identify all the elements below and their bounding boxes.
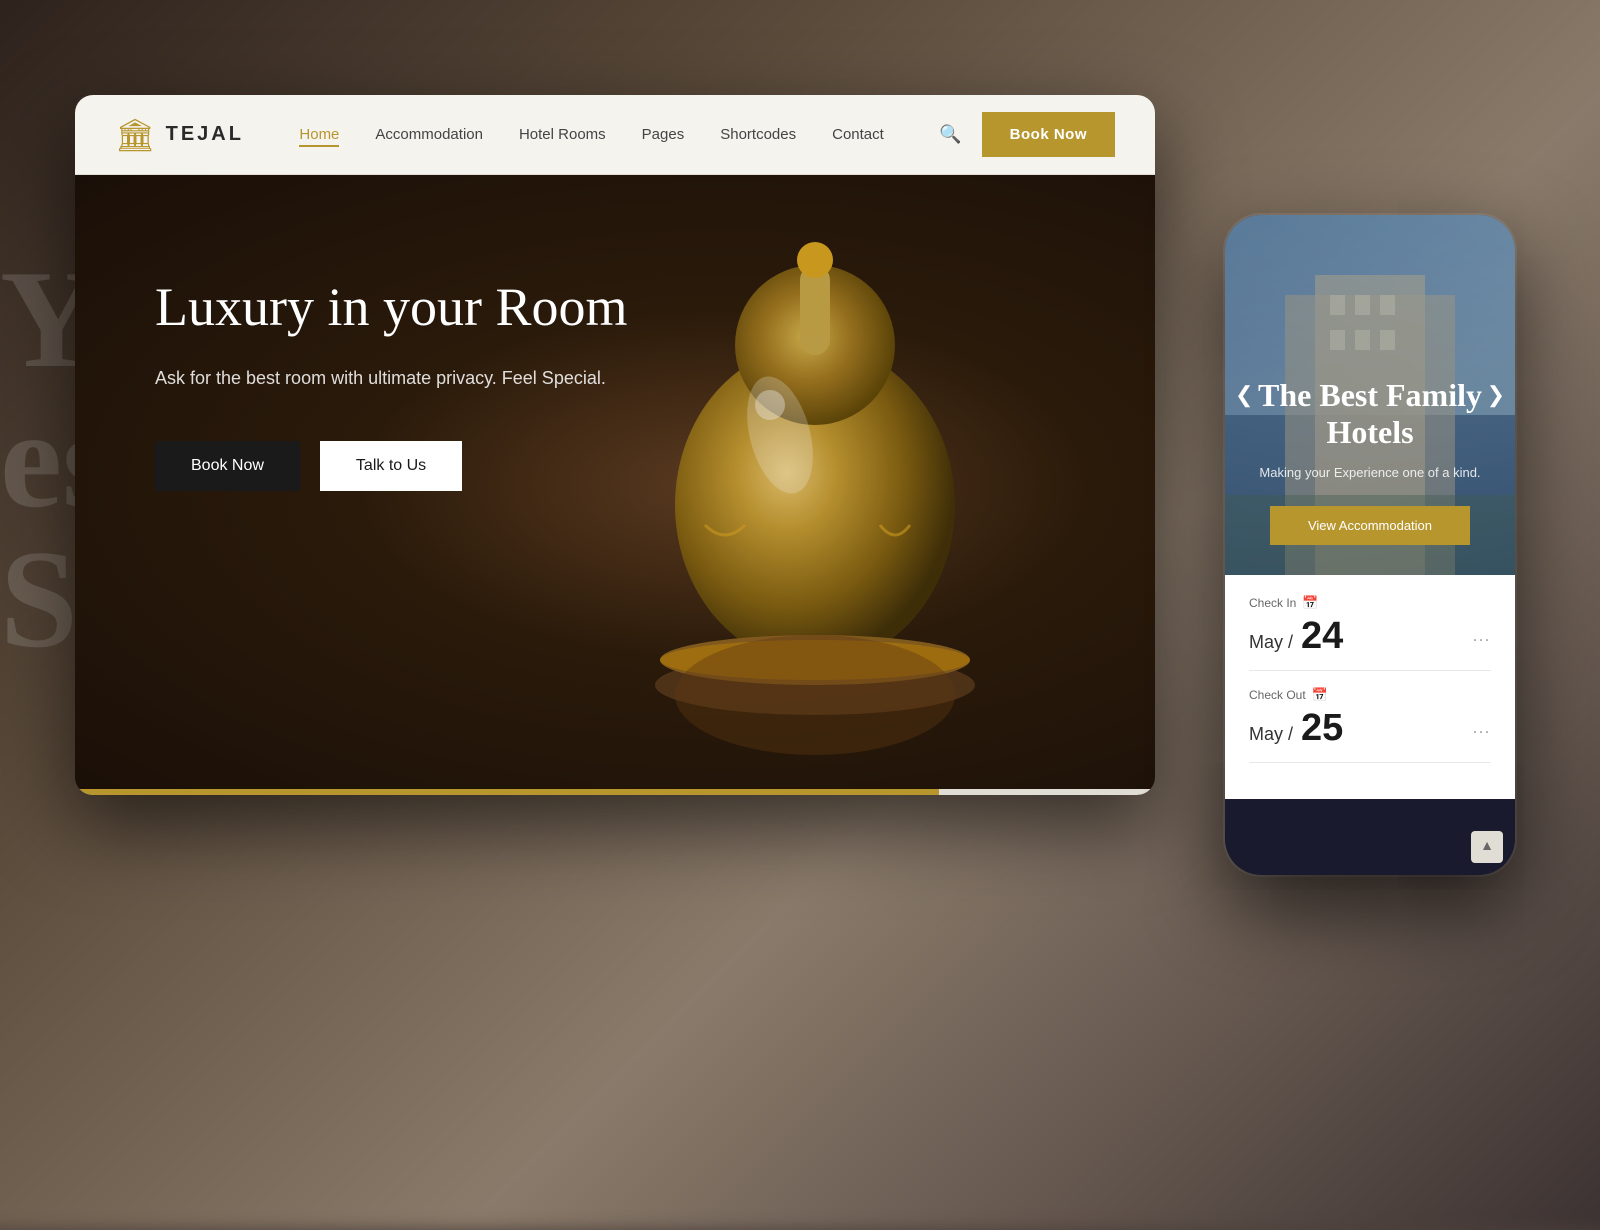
hero-content: Luxury in your Room Ask for the best roo… — [75, 175, 1155, 491]
nav-item-contact[interactable]: Contact — [832, 126, 884, 144]
phone-hero: ❮ ❯ The Best Family Hotels Making your E… — [1225, 215, 1515, 575]
nav-item-home[interactable]: Home — [299, 126, 339, 144]
logo-area: 🏛 TEJAL — [115, 116, 244, 154]
check-in-day: 24 — [1301, 615, 1343, 657]
search-icon[interactable]: 🔍 — [939, 124, 961, 145]
hero-subtitle: Ask for the best room with ultimate priv… — [155, 364, 635, 393]
slider-left-arrow[interactable]: ❮ — [1235, 382, 1253, 408]
check-out-field: Check Out 📅 May / 25 ... — [1249, 687, 1491, 763]
progress-bar-area — [75, 789, 1155, 795]
hero-book-now-button[interactable]: Book Now — [155, 441, 300, 491]
navbar-book-now-button[interactable]: Book Now — [982, 112, 1115, 157]
view-accommodation-button[interactable]: View Accommodation — [1270, 506, 1470, 545]
hero-section: Luxury in your Room Ask for the best roo… — [75, 175, 1155, 795]
navbar: 🏛 TEJAL Home Accommodation Hotel Rooms P… — [75, 95, 1155, 175]
slider-right-arrow[interactable]: ❯ — [1487, 382, 1505, 408]
nav-item-hotel-rooms[interactable]: Hotel Rooms — [519, 126, 606, 144]
mobile-phone: ❮ ❯ The Best Family Hotels Making your E… — [1225, 215, 1515, 875]
check-out-dots[interactable]: ... — [1473, 720, 1491, 738]
phone-hero-subtitle: Making your Experience one of a kind. — [1245, 463, 1495, 483]
phone-booking-section: Check In 📅 May / 24 ... Check Out 📅 May … — [1225, 575, 1515, 799]
check-in-field: Check In 📅 May / 24 ... — [1249, 595, 1491, 671]
check-in-month: May / — [1249, 632, 1293, 652]
hero-buttons: Book Now Talk to Us — [155, 441, 1075, 491]
browser-window: 🏛 TEJAL Home Accommodation Hotel Rooms P… — [75, 95, 1155, 795]
check-out-label: Check Out 📅 — [1249, 687, 1491, 703]
scroll-up-button[interactable]: ▲ — [1471, 831, 1503, 863]
nav-item-pages[interactable]: Pages — [642, 126, 685, 144]
checkin-calendar-icon: 📅 — [1302, 595, 1318, 611]
nav-item-accommodation[interactable]: Accommodation — [375, 126, 483, 144]
check-out-date: May / 25 — [1249, 707, 1343, 750]
nav-links: Home Accommodation Hotel Rooms Pages Sho… — [299, 126, 883, 144]
nav-right: 🔍 Book Now — [939, 112, 1115, 157]
hero-title: Luxury in your Room — [155, 275, 735, 340]
check-in-dots[interactable]: ... — [1473, 628, 1491, 646]
checkout-calendar-icon: 📅 — [1312, 687, 1328, 703]
check-out-month: May / — [1249, 724, 1293, 744]
check-out-date-row: May / 25 ... — [1249, 707, 1491, 750]
check-in-date-row: May / 24 ... — [1249, 615, 1491, 658]
logo-icon: 🏛 — [115, 116, 156, 154]
nav-item-shortcodes[interactable]: Shortcodes — [720, 126, 796, 144]
check-in-label: Check In 📅 — [1249, 595, 1491, 611]
progress-bar-fill — [75, 789, 939, 795]
hero-talk-to-us-button[interactable]: Talk to Us — [320, 441, 462, 491]
check-in-date: May / 24 — [1249, 615, 1343, 658]
check-out-day: 25 — [1301, 707, 1343, 749]
phone-slider-content: The Best Family Hotels Making your Exper… — [1225, 377, 1515, 545]
phone-hero-title: The Best Family Hotels — [1245, 377, 1495, 451]
logo-text: TEJAL — [166, 123, 244, 146]
